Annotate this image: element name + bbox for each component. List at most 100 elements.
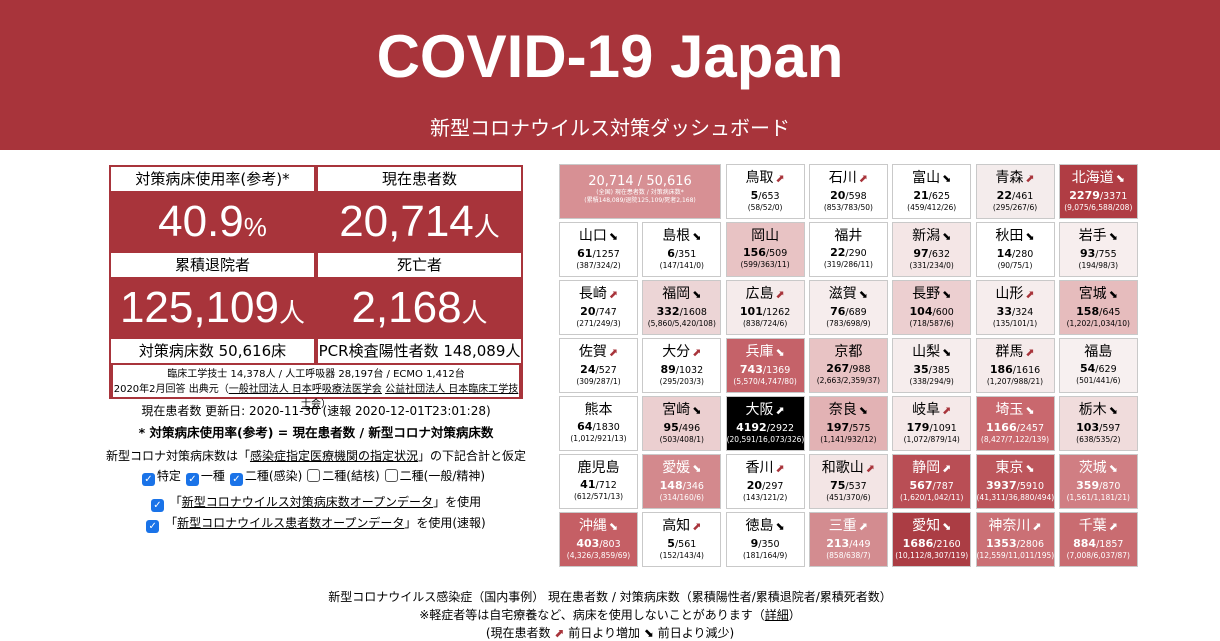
prefecture-cell[interactable]: 石川 ⬈ 20/598 (853/783/50) [808,164,888,219]
designation-link[interactable]: 感染症指定医療機関の指定状況 [250,449,418,463]
prefecture-cell[interactable]: 大阪 ⬈ 4192/2922 (20,591/16,073/326) [725,396,805,451]
bed-type-checkbox[interactable]: ✓ 特定 [141,469,181,486]
current-patients-label: 現在患者数 [318,167,521,191]
checkbox-icon[interactable]: ✓ [146,520,160,533]
bed-type-checkbox[interactable]: 二種(結核) [307,469,380,483]
bed-type-checkbox[interactable]: 二種(一般/精神) [384,469,485,483]
prefecture-cell[interactable]: 広島 ⬈ 101/1262 (838/724/6) [725,280,805,335]
prefecture-cell[interactable]: 茨城 ⬊ 359/870 (1,561/1,181/21) [1058,454,1138,509]
prefecture-cell[interactable]: 栃木 ⬊ 103/597 (638/535/2) [1058,396,1138,451]
prefecture-cell[interactable]: 神奈川 ⬈ 1353/2806 (12,559/11,011/195) [975,512,1055,567]
prefecture-value: 267/988 [826,362,871,376]
prefecture-cell[interactable]: 福岡 ⬊ 332/1608 (5,860/5,420/108) [642,280,722,335]
prefecture-cell[interactable]: 岡山 156/509 (599/363/11) [725,222,805,277]
deaths-label: 死亡者 [318,253,521,277]
prefecture-cell[interactable]: 三重 ⬈ 213/449 (858/638/7) [808,512,888,567]
prefecture-cell[interactable]: 北海道 ⬊ 2279/3371 (9,075/6,588/208) [1058,164,1138,219]
prefecture-cell[interactable]: 千葉 ⬈ 884/1857 (7,008/6,037/87) [1058,512,1138,567]
prefecture-cell[interactable]: 徳島 ⬊ 9/350 (181/164/9) [725,512,805,567]
prefecture-name: 島根 ⬊ [662,228,702,244]
prefecture-cell[interactable]: 熊本 64/1830 (1,012/921/13) [559,396,638,451]
prefecture-cell[interactable]: 富山 ⬊ 21/625 (459/412/26) [892,164,972,219]
prefecture-cell[interactable]: 京都 267/988 (2,663/2,359/37) [808,338,888,393]
prefecture-cell[interactable]: 山梨 ⬊ 35/385 (338/294/9) [892,338,972,393]
prefecture-cell[interactable]: 宮城 ⬊ 158/645 (1,202/1,034/10) [1058,280,1138,335]
arrow-down-icon: ⬊ [608,520,619,533]
prefecture-cell[interactable]: 山口 ⬊ 61/1257 (387/324/2) [559,222,638,277]
prefecture-name: 長野 ⬊ [912,286,952,302]
prefecture-name: 富山 ⬊ [912,170,952,186]
prefecture-cell[interactable]: 沖縄 ⬊ 403/803 (4,326/3,859/69) [559,512,638,567]
prefecture-cell[interactable]: 山形 ⬈ 33/324 (135/101/1) [975,280,1055,335]
arrow-down-icon: ⬊ [1108,288,1118,301]
prefecture-name: 岩手 ⬊ [1078,228,1118,244]
prefecture-detail: (612/571/13) [573,492,624,501]
prefecture-cell[interactable]: 大分 ⬈ 89/1032 (295/203/3) [642,338,722,393]
checkbox-icon[interactable] [307,469,321,482]
prefecture-cell[interactable]: 愛媛 ⬊ 148/346 (314/160/6) [642,454,722,509]
checkbox-icon[interactable]: ✓ [185,473,199,486]
prefecture-name: 佐賀 ⬈ [578,344,619,360]
arrow-down-icon: ⬊ [1025,404,1035,417]
bed-type-checkbox[interactable]: ✓ 二種(感染) [229,469,302,486]
prefecture-value: 186/1616 [989,363,1041,377]
patients-opendata-option[interactable]: ✓ 「新型コロナウイルス患者数オープンデータ」を使用(速報) [100,514,532,533]
arrow-down-icon: ⬊ [1025,462,1035,475]
checkbox-icon[interactable]: ✓ [150,499,164,512]
prefecture-cell[interactable]: 秋田 ⬊ 14/280 (90/75/1) [975,222,1055,277]
prefecture-cell[interactable]: 福島 54/629 (501/441/6) [1058,338,1138,393]
trend-legend: (現在患者数 ⬈ 前日より増加 ⬊ 前日より減少) [485,626,735,640]
beds-opendata-option[interactable]: ✓ 「新型コロナウイルス対策病床数オープンデータ」を使用 [100,493,532,512]
prefecture-cell[interactable]: 奈良 ⬊ 197/575 (1,141/932/12) [808,396,888,451]
checkbox-icon[interactable]: ✓ [229,473,243,486]
prefecture-cell[interactable]: 滋賀 ⬊ 76/689 (783/698/9) [808,280,888,335]
national-total-cell[interactable]: 20,714 / 50,616 (全国) 現在患者数 / 対策病床数* (累積1… [559,164,721,219]
checkbox-icon[interactable]: ✓ [141,473,155,486]
prefecture-detail: (41,311/36,880/494) [976,493,1055,502]
arrow-down-icon: ⬊ [942,288,952,301]
prefecture-detail: (147/141/0) [659,261,704,270]
detail-link[interactable]: 詳細 [765,608,789,622]
prefecture-detail: (858/638/7) [826,551,871,560]
prefecture-cell[interactable]: 香川 ⬈ 20/297 (143/121/2) [725,454,805,509]
prefecture-detail: (1,012/921/13) [570,434,627,443]
prefecture-cell[interactable]: 岐阜 ⬈ 179/1091 (1,072/879/14) [892,396,972,451]
prefecture-cell[interactable]: 埼玉 ⬊ 1166/2457 (8,427/7,122/139) [975,396,1055,451]
prefecture-cell[interactable]: 青森 ⬈ 22/461 (295/267/6) [975,164,1055,219]
prefecture-cell[interactable]: 群馬 ⬈ 186/1616 (1,207/988/21) [975,338,1055,393]
prefecture-cell[interactable]: 鳥取 ⬈ 5/653 (58/52/0) [725,164,805,219]
bed-type-checkbox[interactable]: ✓ 一種 [185,469,225,486]
prefecture-cell[interactable]: 宮崎 ⬊ 95/496 (503/408/1) [642,396,722,451]
prefecture-cell[interactable]: 島根 ⬊ 6/351 (147/141/0) [642,222,722,277]
prefecture-cell[interactable]: 長野 ⬊ 104/600 (718/587/6) [892,280,972,335]
prefecture-cell[interactable]: 長崎 ⬈ 20/747 (271/249/3) [559,280,638,335]
prefecture-cell[interactable]: 福井 22/290 (319/286/11) [808,222,888,277]
prefecture-cell[interactable]: 和歌山 ⬈ 75/537 (451/370/6) [808,454,888,509]
arrow-up-icon: ⬈ [1025,288,1035,301]
prefecture-detail: (295/267/6) [992,203,1038,212]
beds-opendata-link[interactable]: 新型コロナウイルス対策病床数オープンデータ [182,495,433,509]
prefecture-cell[interactable]: 兵庫 ⬊ 743/1369 (5,570/4,747/80) [725,338,805,393]
arrow-down-icon: ⬊ [643,626,654,640]
prefecture-cell[interactable]: 岩手 ⬊ 93/755 (194/98/3) [1058,222,1138,277]
prefecture-detail: (135/101/1) [992,319,1038,328]
prefecture-value: 41/712 [580,478,617,492]
prefecture-cell[interactable]: 高知 ⬈ 5/561 (152/143/4) [642,512,722,567]
arrow-down-icon: ⬊ [1025,230,1035,243]
source-link-1[interactable]: 一般社団法人 日本呼吸療法医学会 [229,384,382,395]
prefecture-cell[interactable]: 鹿児島 41/712 (612/571/13) [559,454,638,509]
prefecture-cell[interactable]: 佐賀 ⬈ 24/527 (309/287/1) [559,338,638,393]
prefecture-cell[interactable]: 静岡 ⬈ 567/787 (1,620/1,042/11) [892,454,972,509]
prefecture-cell[interactable]: 新潟 ⬊ 97/632 (331/234/0) [892,222,972,277]
prefecture-value: 93/755 [1079,247,1117,261]
prefecture-name: 福井 [834,228,863,244]
checkbox-icon[interactable] [384,469,398,482]
patients-opendata-link[interactable]: 新型コロナウイルス患者数オープンデータ [177,516,404,530]
prefecture-cell[interactable]: 愛知 ⬊ 1686/2160 (10,112/8,307/119) [892,512,972,567]
prefecture-value: 1686/2160 [902,537,961,551]
arrow-down-icon: ⬊ [942,520,952,533]
prefecture-name: 宮城 ⬊ [1078,286,1118,302]
checkbox-label: 一種 [200,469,225,483]
beds-total: 対策病床数 50,616床 [111,339,314,363]
prefecture-cell[interactable]: 東京 ⬊ 3937/5910 (41,311/36,880/494) [975,454,1055,509]
